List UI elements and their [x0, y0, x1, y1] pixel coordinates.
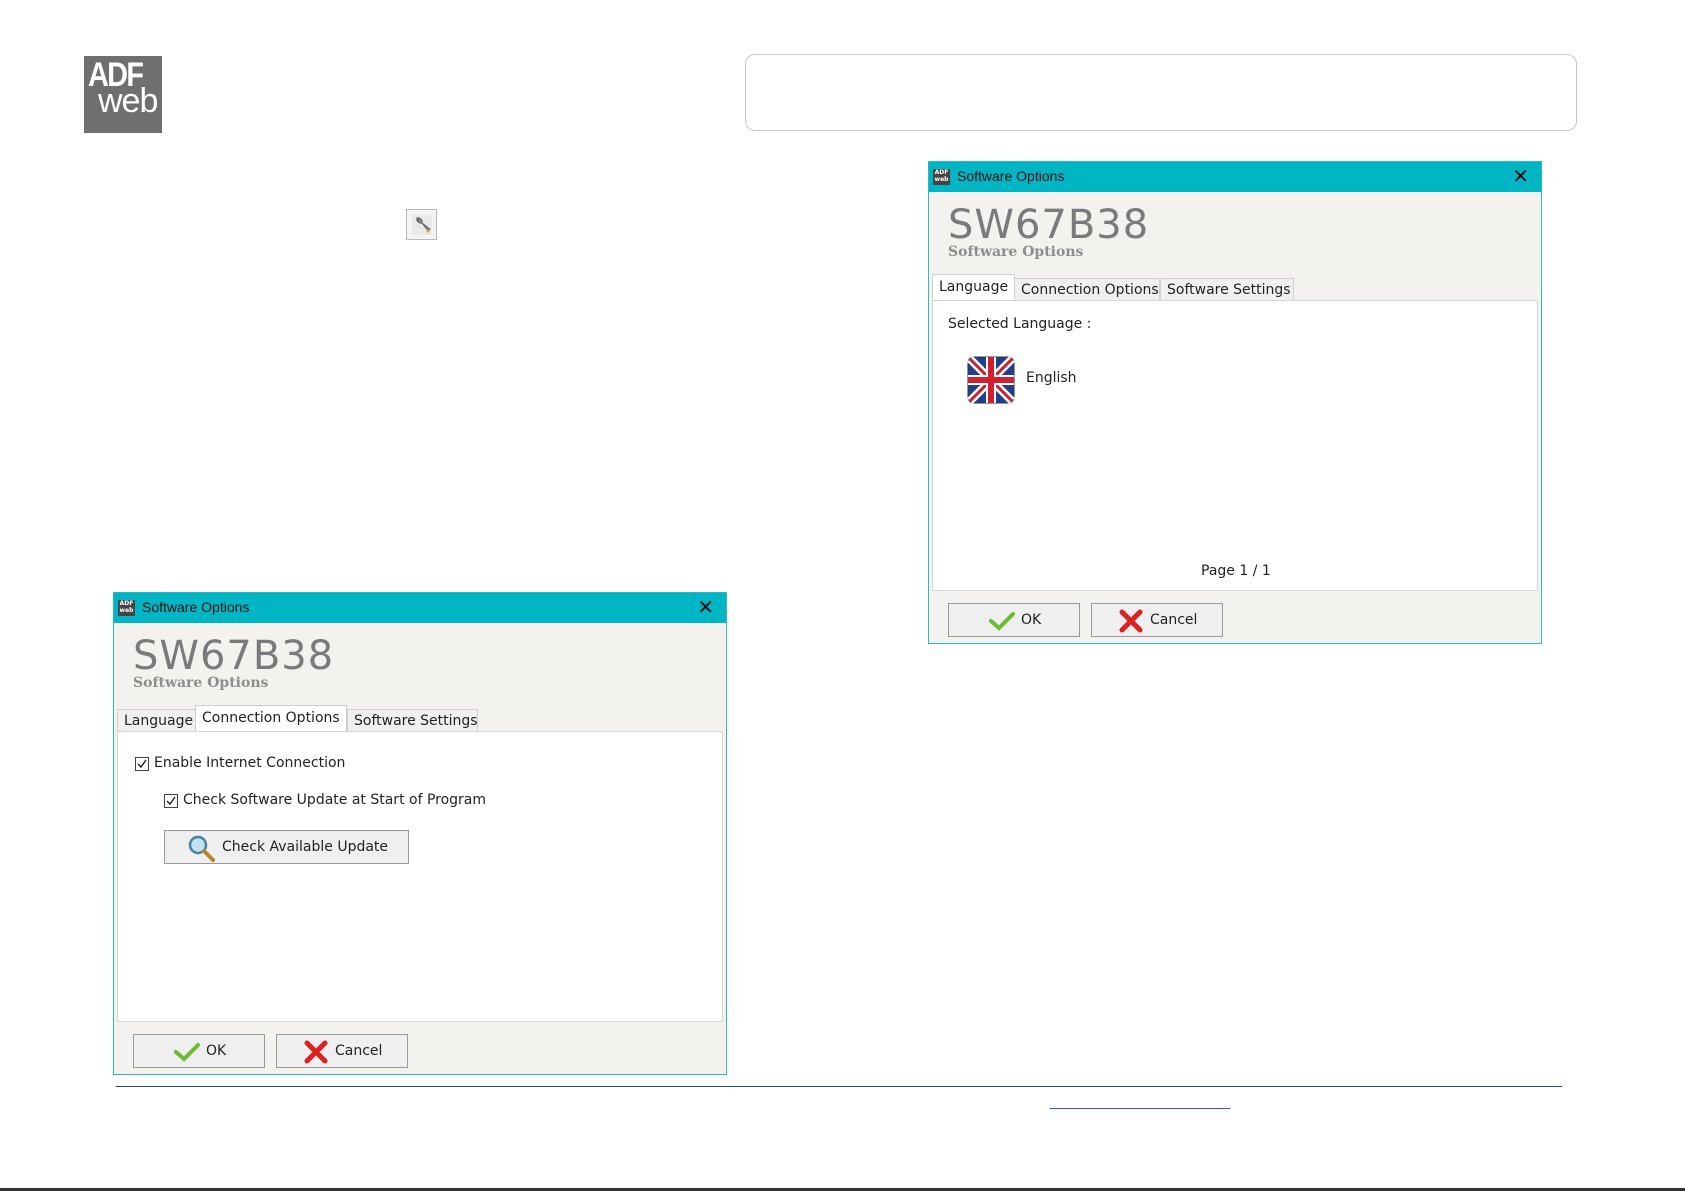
page-indicator: Page 1 / 1 [1201, 563, 1271, 579]
magnifier-icon [188, 835, 215, 862]
footer-link-underline[interactable] [1050, 1108, 1230, 1109]
dialog-title: Software Options [957, 168, 1065, 184]
dialog-title: Software Options [142, 599, 250, 615]
dialog-subtitle: Software Options [133, 675, 269, 691]
enable-internet-checkbox[interactable] [135, 757, 149, 771]
red-x-icon [304, 1040, 328, 1064]
model-name: SW67B38 [133, 633, 335, 679]
ok-button[interactable]: OK [133, 1034, 265, 1068]
uk-flag-icon[interactable] [967, 356, 1015, 404]
app-icon: ADF web [118, 600, 135, 616]
cancel-button[interactable]: Cancel [276, 1034, 408, 1068]
selected-language-label: Selected Language : [948, 316, 1092, 332]
adf-web-logo: ADF web [84, 56, 162, 133]
check-icon [174, 1043, 200, 1062]
ok-label: OK [1021, 612, 1042, 628]
check-available-update-label: Check Available Update [222, 839, 389, 855]
cancel-label: Cancel [1150, 612, 1198, 628]
tab-connection-options[interactable]: Connection Options [1014, 278, 1160, 300]
tab-software-settings[interactable]: Software Settings [347, 709, 478, 731]
software-options-dialog-language: ADF web Software Options ✕ SW67B38 Softwa… [928, 161, 1542, 644]
dialog-titlebar[interactable]: ADF web Software Options ✕ [114, 593, 726, 623]
ok-button[interactable]: OK [948, 603, 1080, 637]
software-options-dialog-connection: ADF web Software Options ✕ SW67B38 Softwa… [113, 592, 727, 1075]
check-icon [989, 612, 1015, 631]
enable-internet-label: Enable Internet Connection [154, 755, 346, 771]
language-panel: Selected Language : English Page 1 / 1 [932, 300, 1538, 591]
close-icon[interactable]: ✕ [1512, 166, 1529, 186]
close-icon[interactable]: ✕ [697, 597, 714, 617]
tab-software-settings[interactable]: Software Settings [1160, 278, 1294, 300]
check-update-start-label: Check Software Update at Start of Progra… [183, 792, 487, 808]
check-available-update-button[interactable]: Check Available Update [164, 830, 409, 864]
ok-label: OK [206, 1043, 227, 1059]
wrench-icon[interactable] [406, 209, 437, 240]
dialog-titlebar[interactable]: ADF web Software Options ✕ [929, 162, 1541, 192]
logo-text-line2: web [98, 82, 158, 120]
footer-divider [116, 1086, 1562, 1087]
cancel-button[interactable]: Cancel [1091, 603, 1223, 637]
connection-options-panel: Enable Internet Connection Check Softwar… [117, 731, 723, 1022]
app-icon: ADF web [933, 169, 950, 185]
model-name: SW67B38 [948, 202, 1150, 248]
tab-connection-options[interactable]: Connection Options [195, 705, 347, 731]
tab-language[interactable]: Language [932, 274, 1015, 300]
dialog-subtitle: Software Options [948, 244, 1084, 260]
cancel-label: Cancel [335, 1043, 383, 1059]
language-english[interactable]: English [1026, 370, 1077, 386]
red-x-icon [1119, 609, 1143, 633]
check-update-start-checkbox[interactable] [164, 794, 178, 808]
header-box [745, 54, 1577, 131]
tab-language[interactable]: Language [117, 709, 196, 731]
